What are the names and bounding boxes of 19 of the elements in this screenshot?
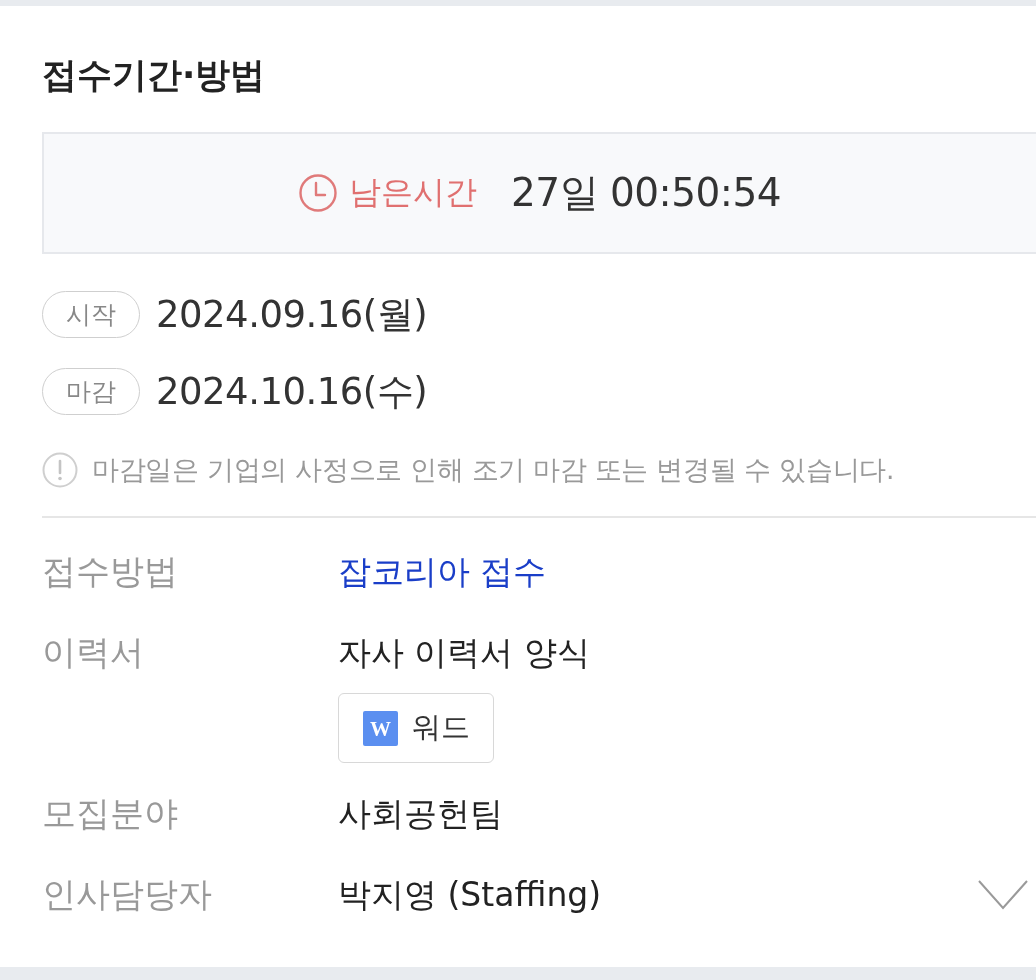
detail-label: 이력서 <box>42 632 144 674</box>
clock-icon <box>298 174 337 212</box>
detail-value: 사회공헌팀 <box>338 792 503 835</box>
notice-text: 마감일은 기업의 사정으로 인해 조기 마감 또는 변경될 수 있습니다. <box>92 453 895 487</box>
section-title: 접수기간·방법 <box>42 55 266 95</box>
remaining-time-value: 27일 00:50:54 <box>510 169 782 217</box>
exclamation-circle-icon <box>42 452 78 488</box>
detail-value: 박지영 (Staffing) <box>338 873 602 916</box>
date-value: 2024.10.16(수) <box>156 368 428 415</box>
chevron-down-icon[interactable] <box>978 880 1028 910</box>
remaining-time-label: 남은시간 <box>348 172 477 213</box>
detail-label: 모집분야 <box>42 793 178 835</box>
detail-label: 접수방법 <box>42 551 178 593</box>
detail-value: 자사 이력서 양식 <box>338 631 590 674</box>
apply-link[interactable]: 잡코리아 접수 <box>338 549 547 595</box>
document-icon: W <box>363 710 398 746</box>
date-value: 2024.09.16(월) <box>156 291 428 338</box>
word-file-button[interactable]: W 워드 <box>338 693 494 763</box>
detail-label: 인사담당자 <box>42 874 212 916</box>
